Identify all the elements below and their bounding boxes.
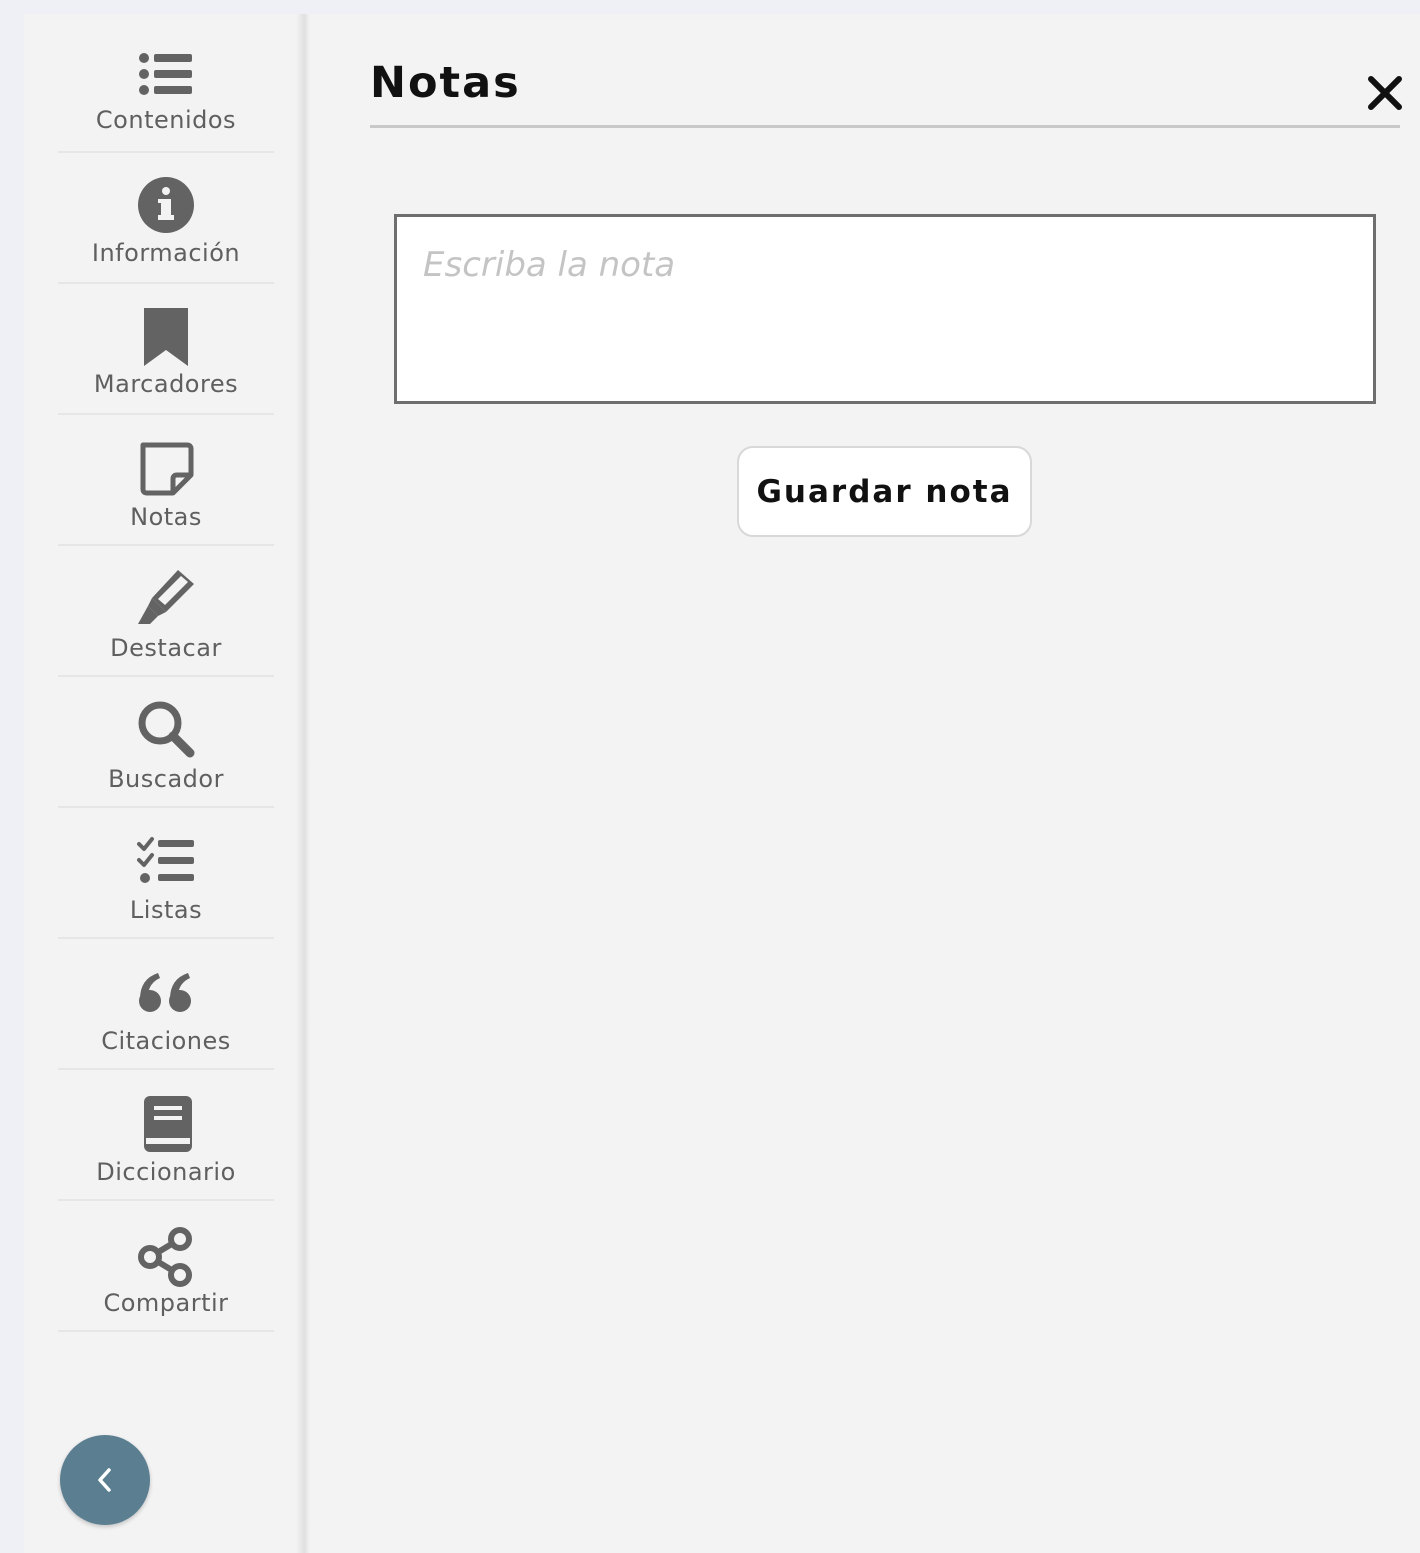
sidebar-item-label: Diccionario	[96, 1158, 236, 1186]
sidebar-item-compartir[interactable]: Compartir	[58, 1201, 274, 1332]
sidebar-divider	[296, 14, 310, 1553]
sidebar-item-label: Buscador	[108, 765, 224, 793]
book-icon	[136, 1094, 196, 1154]
sidebar-item-label: Citaciones	[101, 1027, 231, 1055]
collapse-sidebar-button[interactable]	[60, 1435, 150, 1525]
sidebar-item-diccionario[interactable]: Diccionario	[58, 1070, 274, 1201]
sidebar-item-label: Marcadores	[93, 370, 239, 398]
sidebar-item-label: Información	[91, 239, 241, 267]
sidebar-item-contenidos[interactable]: Contenidos	[58, 22, 274, 153]
share-icon	[136, 1227, 196, 1287]
highlighter-icon	[136, 566, 196, 626]
sidebar-item-listas[interactable]: Listas	[58, 808, 274, 939]
close-icon	[1368, 76, 1402, 110]
sidebar-item-buscador[interactable]: Buscador	[58, 677, 274, 808]
close-button[interactable]	[1364, 72, 1406, 114]
note-icon	[136, 439, 196, 499]
sidebar-item-marcadores[interactable]: Marcadores	[58, 284, 274, 415]
note-textarea[interactable]	[394, 214, 1376, 404]
bookmark-icon	[136, 306, 196, 366]
sidebar-item-label: Destacar	[110, 634, 222, 662]
search-icon	[136, 699, 196, 759]
sidebar-item-citaciones[interactable]: Citaciones	[58, 939, 274, 1070]
page-title: Notas	[370, 58, 521, 108]
sidebar-item-label: Contenidos	[95, 106, 237, 134]
quote-icon	[136, 965, 196, 1025]
checklist-icon	[136, 830, 196, 890]
sidebar-item-label: Listas	[129, 896, 203, 924]
chevron-left-icon	[98, 1468, 111, 1492]
sidebar-item-label: Compartir	[103, 1289, 229, 1317]
sidebar-item-label: Notas	[130, 503, 202, 531]
sidebar-item-destacar[interactable]: Destacar	[58, 546, 274, 677]
title-divider	[370, 125, 1400, 128]
save-note-button[interactable]: Guardar nota	[737, 446, 1032, 537]
info-icon	[136, 173, 196, 233]
sidebar-item-notas[interactable]: Notas	[58, 415, 274, 546]
list-icon	[136, 44, 196, 104]
sidebar-item-informacion[interactable]: Información	[58, 153, 274, 284]
